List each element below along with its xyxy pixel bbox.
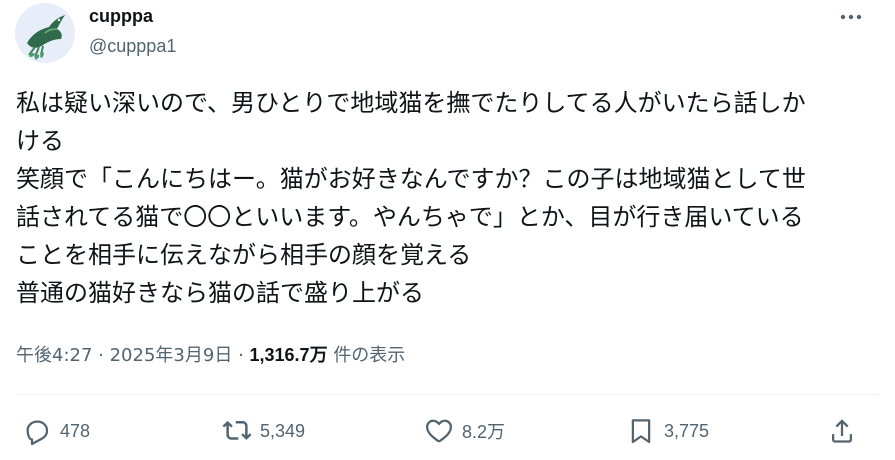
tweet-text-line: ける: [16, 127, 64, 155]
bookmark-icon: [631, 419, 651, 444]
bookmark-count: 3,775: [664, 420, 710, 441]
tweet-meta: 午後4:27 · 2025年3月9日 · 1,316.7万 件の表示: [16, 341, 405, 367]
reply-icon: [26, 420, 49, 446]
tweet-date[interactable]: 2025年3月9日: [110, 345, 233, 366]
tweet-text-line: 話されてる猫で〇〇といいます。やんちゃで」とか、目が行き届いている: [16, 203, 804, 231]
repost-button[interactable]: 5,349: [222, 410, 305, 452]
views-count[interactable]: 1,316.7万: [250, 345, 328, 365]
tweet-text-line: 笑顔で「こんにちはー。猫がお好きなんですか？この子は地域猫として世: [16, 165, 806, 193]
display-name[interactable]: cupppa: [89, 6, 153, 27]
tweet-card: cupppa @cupppa1 私は疑い深いので、男ひとりで地域猫を撫でたりして…: [0, 0, 895, 460]
divider: [16, 394, 878, 395]
bookmark-button[interactable]: 3,775: [626, 410, 709, 452]
reply-count: 478: [60, 420, 91, 441]
user-handle[interactable]: @cupppa1: [89, 36, 176, 57]
action-bar: 478 5,349 8.2万 3,775: [0, 410, 895, 452]
heart-icon: [426, 419, 452, 443]
repost-count: 5,349: [260, 420, 306, 441]
more-options-button[interactable]: [834, 2, 868, 32]
share-icon: [832, 419, 852, 443]
meta-separator: ·: [238, 345, 250, 366]
tweet-text-line: 普通の猫好きなら猫の話で盛り上がる: [16, 279, 424, 307]
tweet-text-line: ことを相手に伝えながら相手の顔を覚える: [16, 241, 472, 269]
dove-avatar-icon: [15, 3, 75, 63]
reply-button[interactable]: 478: [22, 410, 90, 452]
meta-separator: ·: [98, 345, 110, 366]
like-count: 8.2万: [462, 422, 506, 442]
avatar[interactable]: [15, 3, 75, 63]
share-button[interactable]: [827, 410, 857, 452]
like-button[interactable]: 8.2万: [424, 410, 505, 452]
views-label[interactable]: 件の表示: [333, 345, 405, 366]
more-dots-icon: [840, 14, 862, 20]
tweet-text: 私は疑い深いので、男ひとりで地域猫を撫でたりしてる人がいたら話しか ける 笑顔で…: [16, 84, 876, 312]
repost-icon: [222, 420, 252, 440]
tweet-text-line: 私は疑い深いので、男ひとりで地域猫を撫でたりしてる人がいたら話しか: [16, 89, 806, 117]
tweet-time[interactable]: 午後4:27: [16, 345, 92, 366]
